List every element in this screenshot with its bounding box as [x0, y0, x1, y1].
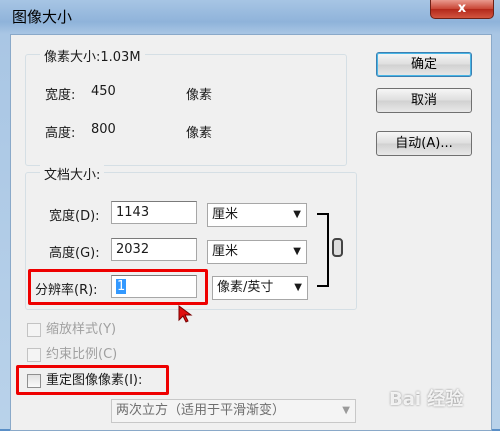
chain-link-icon [332, 238, 343, 257]
pixel-width-unit: 像素 [186, 88, 213, 103]
doc-height-label: 高度(G): [49, 246, 100, 261]
chevron-down-icon: ▼ [342, 405, 350, 416]
dialog-window: 图像大小 x 像素大小:1.03M 宽度: 450 像素 高度: 800 像素 … [0, 0, 500, 431]
dialog-client-area: 像素大小:1.03M 宽度: 450 像素 高度: 800 像素 文档大小: 宽… [10, 34, 492, 431]
chevron-down-icon: ▼ [293, 246, 301, 257]
doc-width-input[interactable]: 1143 [111, 201, 197, 224]
doc-height-unit-value: 厘米 [212, 244, 239, 259]
close-button[interactable]: x [430, 0, 494, 19]
pixel-dimensions-group: 像素大小:1.03M 宽度: 450 像素 高度: 800 像素 [25, 46, 347, 166]
cancel-button[interactable]: 取消 [376, 88, 472, 113]
link-bracket [317, 213, 329, 287]
resolution-unit-select[interactable]: 像素/英寸 ▼ [212, 276, 308, 300]
doc-width-unit-select[interactable]: 厘米 ▼ [207, 203, 307, 227]
scale-styles-checkbox[interactable] [27, 323, 41, 337]
constrain-proportions-label: 约束比例(C) [46, 347, 118, 362]
constrain-proportions-option[interactable]: 约束比例(C) [27, 345, 157, 365]
resample-method-select[interactable]: 两次立方（适用于平滑渐变） ▼ [111, 399, 356, 423]
resolution-unit-value: 像素/英寸 [217, 280, 274, 295]
pixel-height-label: 高度: [45, 126, 76, 141]
pixel-width-value: 450 [91, 84, 116, 99]
doc-width-unit-value: 厘米 [212, 207, 239, 222]
title-bar[interactable]: 图像大小 x [0, 0, 500, 34]
watermark: Bai 经验 [389, 389, 464, 410]
doc-height-input[interactable]: 2032 [111, 238, 197, 261]
chevron-down-icon: ▼ [293, 209, 301, 220]
chevron-down-icon: ▼ [294, 282, 302, 293]
resolution-highlight [28, 269, 208, 305]
pixel-height-unit: 像素 [186, 126, 213, 141]
resample-highlight [16, 365, 169, 395]
document-size-legend: 文档大小: [40, 164, 105, 183]
pixel-dimensions-legend: 像素大小:1.03M [40, 46, 145, 65]
scale-styles-label: 缩放样式(Y) [46, 322, 117, 337]
pixel-width-label: 宽度: [45, 88, 76, 103]
resample-method-value: 两次立方（适用于平滑渐变） [116, 403, 286, 418]
ok-button[interactable]: 确定 [376, 52, 472, 77]
constrain-proportions-checkbox[interactable] [27, 348, 41, 362]
doc-width-label: 宽度(D): [49, 209, 100, 224]
doc-height-unit-select[interactable]: 厘米 ▼ [207, 240, 307, 264]
window-title: 图像大小 [12, 8, 73, 26]
pixel-height-value: 800 [91, 122, 116, 137]
auto-button[interactable]: 自动(A)... [376, 131, 472, 156]
cursor-icon [178, 305, 193, 323]
scale-styles-option[interactable]: 缩放样式(Y) [27, 320, 157, 340]
